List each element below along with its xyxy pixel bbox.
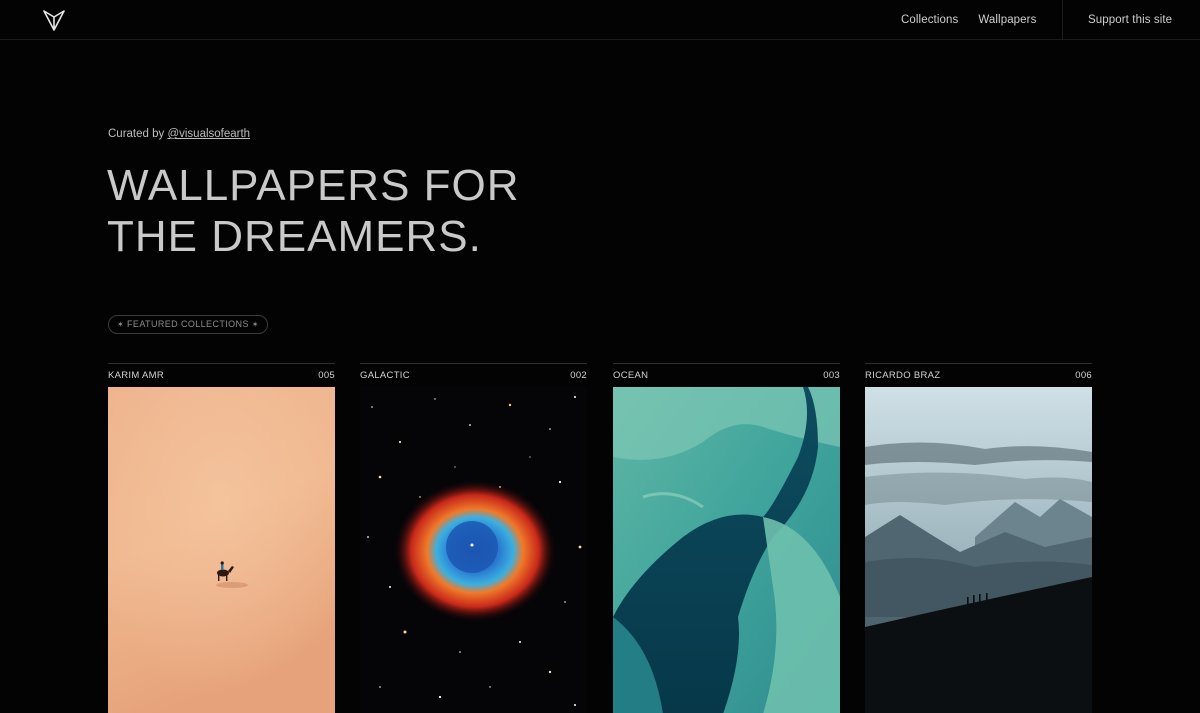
collection-header: OCEAN 003 (613, 364, 840, 387)
collection-card-ricardo-braz[interactable]: RICARDO BRAZ 006 (865, 363, 1092, 713)
curated-by-text: Curated by @visualsofearth (108, 128, 250, 140)
curated-prefix: Curated by (108, 128, 168, 140)
main-nav: Collections Wallpapers (901, 0, 1056, 40)
misty-mountains-image[interactable] (865, 387, 1092, 713)
featured-collections-badge: ✶ FEATURED COLLECTIONS ✶ (108, 315, 268, 334)
collection-header: GALACTIC 002 (360, 364, 587, 387)
page: Collections Wallpapers Support this site… (0, 0, 1200, 713)
desert-camel-image[interactable] (108, 387, 335, 713)
collection-name: KARIM AMR (108, 370, 165, 381)
collection-card-ocean[interactable]: OCEAN 003 (613, 363, 840, 713)
star-icon: ✶ (117, 320, 125, 329)
support-nav: Support this site (1088, 0, 1172, 40)
star-icon: ✶ (251, 320, 259, 329)
nav-divider (1062, 0, 1063, 40)
support-link[interactable]: Support this site (1088, 14, 1172, 26)
hero-title: WALLPAPERS FOR THE DREAMERS. (107, 160, 667, 262)
hero-title-line-2: THE DREAMERS. (107, 212, 482, 261)
nav-link-collections[interactable]: Collections (901, 14, 958, 26)
curator-handle-link[interactable]: @visualsofearth (167, 128, 250, 140)
helix-nebula-image[interactable] (360, 387, 587, 713)
nav-link-wallpapers[interactable]: Wallpapers (978, 14, 1036, 26)
collection-card-karim-amr[interactable]: KARIM AMR 005 (108, 363, 335, 713)
aerial-ocean-image[interactable] (613, 387, 840, 713)
collection-count: 002 (570, 370, 587, 381)
badge-label: FEATURED COLLECTIONS (127, 319, 249, 329)
collection-name: OCEAN (613, 370, 649, 381)
collection-count: 006 (1075, 370, 1092, 381)
collection-card-galactic[interactable]: GALACTIC 002 (360, 363, 587, 713)
v-logo-icon[interactable] (40, 6, 68, 34)
collection-name: RICARDO BRAZ (865, 370, 941, 381)
collection-header: KARIM AMR 005 (108, 364, 335, 387)
collection-count: 005 (318, 370, 335, 381)
top-navigation-bar: Collections Wallpapers Support this site (0, 0, 1200, 40)
collection-name: GALACTIC (360, 370, 410, 381)
collection-header: RICARDO BRAZ 006 (865, 364, 1092, 387)
hero-title-line-1: WALLPAPERS FOR (107, 161, 520, 210)
collection-count: 003 (823, 370, 840, 381)
